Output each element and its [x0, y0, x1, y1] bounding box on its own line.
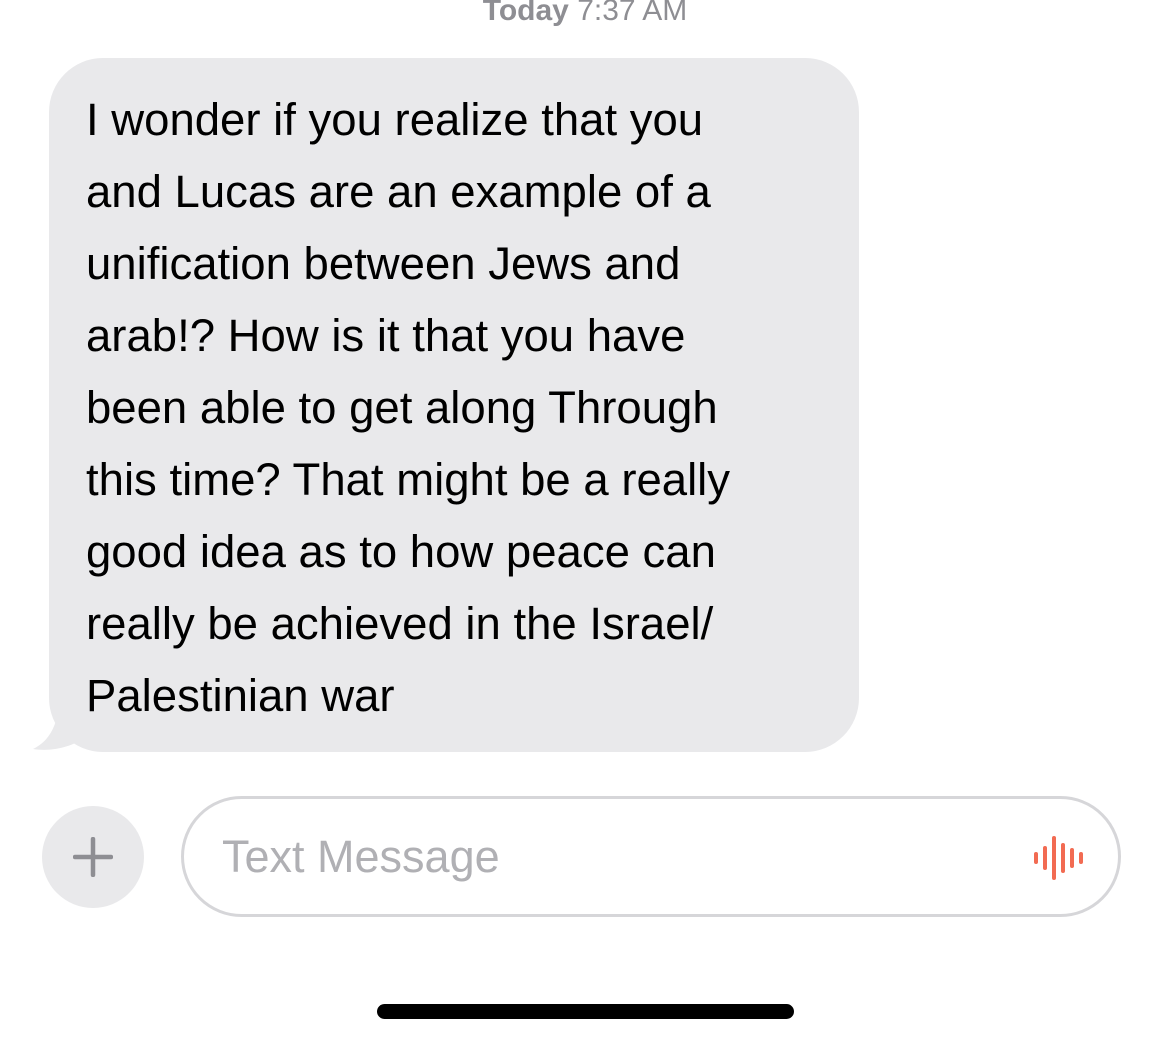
timestamp-time: 7:37 AM — [577, 0, 688, 27]
timestamp-day: Today — [482, 0, 569, 27]
message-input-placeholder: Text Message — [222, 831, 500, 882]
add-attachment-button[interactable] — [42, 806, 144, 908]
home-indicator[interactable] — [377, 1004, 794, 1019]
message-timestamp: Today 7:37 AM — [0, 0, 1170, 31]
plus-icon — [73, 837, 113, 877]
waveform-icon[interactable] — [1032, 835, 1090, 881]
message-input-field[interactable]: Text Message — [181, 796, 1121, 917]
message-text: I wonder if you realize that you and Luc… — [86, 94, 731, 721]
